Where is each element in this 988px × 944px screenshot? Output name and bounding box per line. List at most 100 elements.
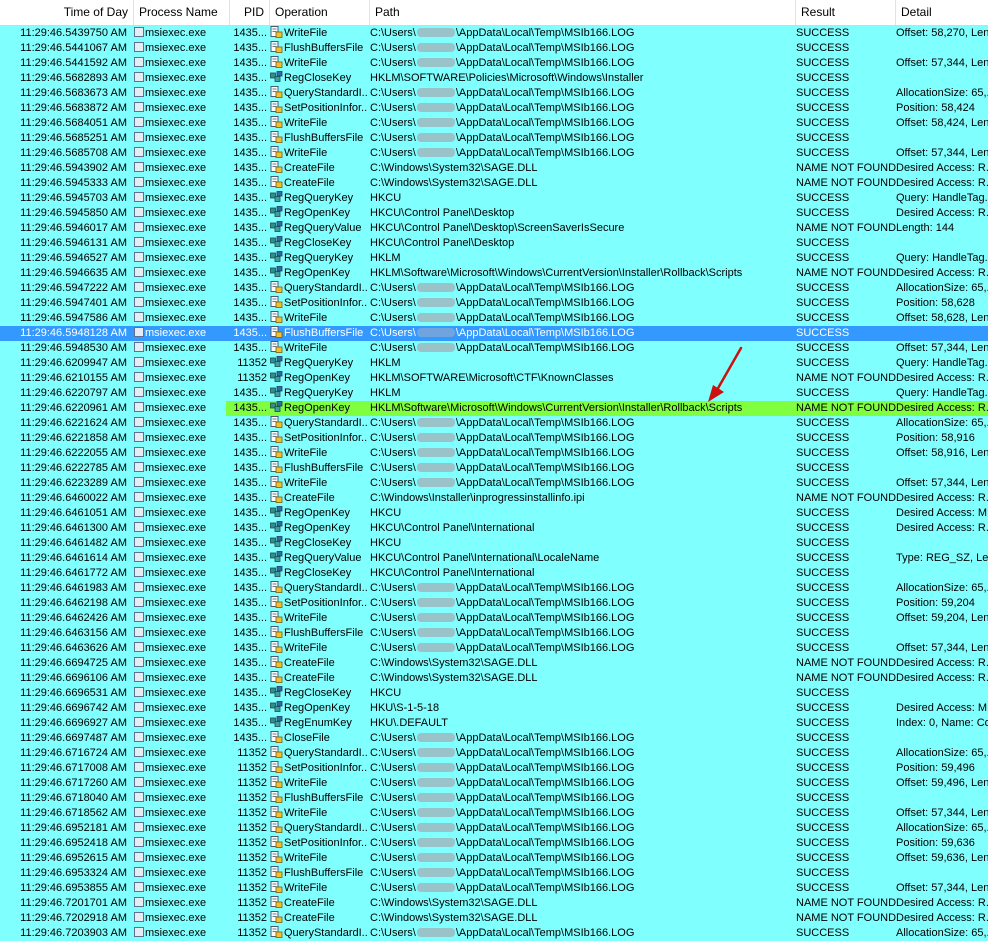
process-name: msiexec.exe — [145, 642, 207, 654]
table-row[interactable]: 11:29:46.6716724 AM msiexec.exe 11352 Query… — [0, 746, 988, 761]
cell-result: SUCCESS — [796, 387, 850, 399]
table-row[interactable]: 11:29:46.6696106 AM msiexec.exe 1435... Cre… — [0, 671, 988, 686]
cell-time: 11:29:46.6717008 AM — [20, 762, 127, 774]
column-header-result[interactable]: Result — [796, 0, 896, 25]
table-row[interactable]: 11:29:46.6696927 AM msiexec.exe 1435... Reg… — [0, 716, 988, 731]
table-row[interactable]: 11:29:46.6461482 AM msiexec.exe 1435... Reg… — [0, 536, 988, 551]
table-row[interactable]: 11:29:46.6210155 AM msiexec.exe 11352 RegOp… — [0, 371, 988, 386]
table-row[interactable]: 11:29:46.6717008 AM msiexec.exe 11352 SetPo… — [0, 761, 988, 776]
file-icon — [270, 446, 283, 458]
column-header-process[interactable]: Process Name — [134, 0, 230, 25]
table-row[interactable]: 11:29:46.6697487 AM msiexec.exe 1435... Clo… — [0, 731, 988, 746]
cell-pid: 1435... — [233, 72, 267, 84]
table-row[interactable]: 11:29:46.6220797 AM msiexec.exe 1435... Reg… — [0, 386, 988, 401]
table-row[interactable]: 11:29:46.6718562 AM msiexec.exe 11352 Write… — [0, 806, 988, 821]
table-row[interactable]: 11:29:46.6221624 AM msiexec.exe 1435... Que… — [0, 416, 988, 431]
column-header-detail[interactable]: Detail — [896, 0, 988, 25]
table-row[interactable]: 11:29:46.6461983 AM msiexec.exe 1435... Que… — [0, 581, 988, 596]
cell-time: 11:29:46.6697487 AM — [20, 732, 127, 744]
process-name: msiexec.exe — [145, 882, 207, 894]
table-row[interactable]: 11:29:46.6694725 AM msiexec.exe 1435... Cre… — [0, 656, 988, 671]
cell-process: msiexec.exe — [134, 146, 230, 161]
path-part: C:\Users\ — [370, 612, 416, 624]
table-row[interactable]: 11:29:46.5683673 AM msiexec.exe 1435... Que… — [0, 86, 988, 101]
file-icon — [270, 26, 283, 38]
file-icon — [270, 851, 283, 863]
process-icon — [134, 492, 144, 502]
table-row[interactable]: 11:29:46.5947586 AM msiexec.exe 1435... Wri… — [0, 311, 988, 326]
path-part: C:\Users\ — [370, 42, 416, 54]
table-row[interactable]: 11:29:46.6463626 AM msiexec.exe 1435... Wri… — [0, 641, 988, 656]
table-row[interactable]: 11:29:46.6222055 AM msiexec.exe 1435... Wri… — [0, 446, 988, 461]
table-row[interactable]: 11:29:46.5682893 AM msiexec.exe 1435... Reg… — [0, 71, 988, 86]
table-row[interactable]: 11:29:46.6463156 AM msiexec.exe 1435... Flu… — [0, 626, 988, 641]
table-row[interactable]: 11:29:46.6696742 AM msiexec.exe 1435... Reg… — [0, 701, 988, 716]
operation-name: RegQueryValue — [284, 552, 362, 564]
process-name: msiexec.exe — [145, 612, 207, 624]
table-row[interactable]: 11:29:46.5947401 AM msiexec.exe 1435... Set… — [0, 296, 988, 311]
table-row[interactable]: 11:29:46.5685708 AM msiexec.exe 1435... Wri… — [0, 146, 988, 161]
table-row[interactable]: 11:29:46.5683872 AM msiexec.exe 1435... Set… — [0, 101, 988, 116]
column-header-pid[interactable]: PID — [230, 0, 270, 25]
table-row[interactable]: 11:29:46.6952418 AM msiexec.exe 11352 SetPo… — [0, 836, 988, 851]
table-row[interactable]: 11:29:46.5441592 AM msiexec.exe 1435... Wri… — [0, 56, 988, 71]
table-row[interactable]: 11:29:46.5946527 AM msiexec.exe 1435... Reg… — [0, 251, 988, 266]
process-name: msiexec.exe — [145, 132, 207, 144]
table-row[interactable]: 11:29:46.5946131 AM msiexec.exe 1435... Reg… — [0, 236, 988, 251]
column-header-operation[interactable]: Operation — [270, 0, 370, 25]
column-header-path[interactable]: Path — [370, 0, 796, 25]
table-row[interactable]: 11:29:46.5439750 AM msiexec.exe 1435... Wri… — [0, 26, 988, 41]
cell-time: 11:29:46.6462426 AM — [20, 612, 127, 624]
table-row[interactable]: 11:29:46.5943902 AM msiexec.exe 1435... Cre… — [0, 161, 988, 176]
table-row[interactable]: 11:29:46.6461772 AM msiexec.exe 1435... Reg… — [0, 566, 988, 581]
table-row-selected[interactable]: 11:29:46.5948128 AM msiexec.exe 1435... Flu… — [0, 326, 988, 341]
table-row[interactable]: 11:29:46.6953324 AM msiexec.exe 11352 Flush… — [0, 866, 988, 881]
cell-result: SUCCESS — [796, 87, 850, 99]
table-row[interactable]: 11:29:46.6952181 AM msiexec.exe 11352 Query… — [0, 821, 988, 836]
column-header-time[interactable]: Time of Day — [0, 0, 134, 25]
table-row[interactable]: 11:29:46.5945333 AM msiexec.exe 1435... Cre… — [0, 176, 988, 191]
cell-detail — [896, 626, 988, 641]
table-row[interactable]: 11:29:46.6221858 AM msiexec.exe 1435... Set… — [0, 431, 988, 446]
table-row[interactable]: 11:29:46.6209947 AM msiexec.exe 11352 RegQu… — [0, 356, 988, 371]
table-row[interactable]: 11:29:46.6718040 AM msiexec.exe 11352 Flush… — [0, 791, 988, 806]
table-row[interactable]: 11:29:46.5948530 AM msiexec.exe 1435... Wri… — [0, 341, 988, 356]
table-row[interactable]: 11:29:46.5945703 AM msiexec.exe 1435... Reg… — [0, 191, 988, 206]
table-row[interactable]: 11:29:46.7201701 AM msiexec.exe 11352 Creat… — [0, 896, 988, 911]
table-row[interactable]: 11:29:46.5684051 AM msiexec.exe 1435... Wri… — [0, 116, 988, 131]
redacted-username — [416, 478, 455, 487]
process-name: msiexec.exe — [145, 717, 207, 729]
cell-process: msiexec.exe — [134, 611, 230, 626]
process-name: msiexec.exe — [145, 732, 207, 744]
table-row[interactable]: 11:29:46.6462198 AM msiexec.exe 1435... Set… — [0, 596, 988, 611]
table-row[interactable]: 11:29:46.5947222 AM msiexec.exe 1435... Que… — [0, 281, 988, 296]
cell-result: NAME NOT FOUND — [796, 222, 896, 234]
table-row[interactable]: 11:29:46.5946017 AM msiexec.exe 1435... Reg… — [0, 221, 988, 236]
table-row[interactable]: 11:29:46.6223289 AM msiexec.exe 1435... Wri… — [0, 476, 988, 491]
table-row[interactable]: 11:29:46.5946635 AM msiexec.exe 1435... Reg… — [0, 266, 988, 281]
table-row[interactable]: 11:29:46.6953855 AM msiexec.exe 11352 Write… — [0, 881, 988, 896]
table-row[interactable]: 11:29:46.6717260 AM msiexec.exe 11352 Write… — [0, 776, 988, 791]
path-part: C:\Users\ — [370, 927, 416, 939]
redacted-username — [416, 808, 455, 817]
cell-time: 11:29:46.6463626 AM — [20, 642, 127, 654]
table-row[interactable]: 11:29:46.6461051 AM msiexec.exe 1435... Reg… — [0, 506, 988, 521]
operation-name: SetPositionInfor... — [284, 597, 368, 609]
table-row[interactable]: 11:29:46.6222785 AM msiexec.exe 1435... Flu… — [0, 461, 988, 476]
table-row[interactable]: 11:29:46.6461300 AM msiexec.exe 1435... Reg… — [0, 521, 988, 536]
table-row[interactable]: 11:29:46.6696531 AM msiexec.exe 1435... Reg… — [0, 686, 988, 701]
cell-path: C:\Users\ \AppData\Local\Temp\MSIb166.LOG — [370, 146, 794, 161]
table-row[interactable]: 11:29:46.6462426 AM msiexec.exe 1435... Wri… — [0, 611, 988, 626]
cell-path: C:\Windows\System32\SAGE.DLL — [370, 656, 794, 671]
table-row[interactable]: 11:29:46.7202918 AM msiexec.exe 11352 Creat… — [0, 911, 988, 926]
table-row[interactable]: 11:29:46.5945850 AM msiexec.exe 1435... Reg… — [0, 206, 988, 221]
table-row[interactable]: 11:29:46.6952615 AM msiexec.exe 11352 Write… — [0, 851, 988, 866]
table-row-highlighted[interactable]: 11:29:46.6220961 AM msiexec.exe 1435... Reg… — [0, 401, 988, 416]
table-row[interactable]: 11:29:46.7203903 AM msiexec.exe 11352 Query… — [0, 926, 988, 941]
cell-process: msiexec.exe — [134, 401, 230, 416]
file-icon — [270, 86, 283, 98]
table-row[interactable]: 11:29:46.5441067 AM msiexec.exe 1435... Flu… — [0, 41, 988, 56]
table-row[interactable]: 11:29:46.6461614 AM msiexec.exe 1435... Reg… — [0, 551, 988, 566]
table-row[interactable]: 11:29:46.5685251 AM msiexec.exe 1435... Flu… — [0, 131, 988, 146]
table-row[interactable]: 11:29:46.6460022 AM msiexec.exe 1435... Cre… — [0, 491, 988, 506]
